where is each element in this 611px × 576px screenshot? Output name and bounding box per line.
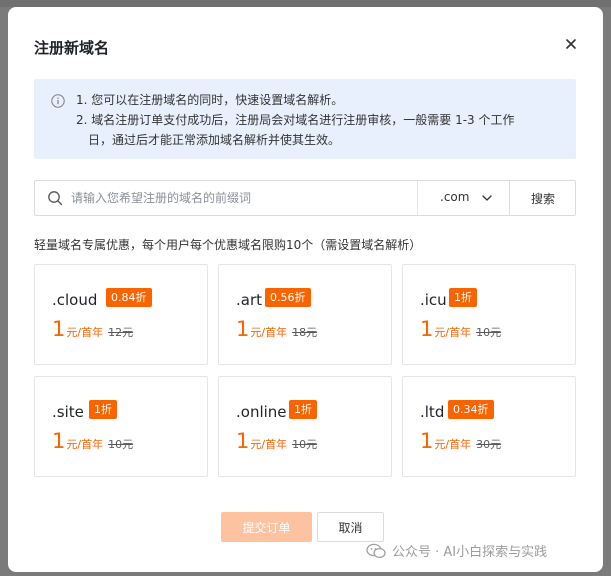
original-price: 18元 [292,326,318,339]
domain-search-input[interactable] [71,181,415,215]
original-price: 10元 [292,438,318,451]
domain-name: .cloud [52,291,98,309]
price-row: 1元/首年 18元 [236,317,317,341]
discount-badge: 0.56折 [265,288,311,307]
search-button[interactable]: 搜索 [509,180,576,216]
price: 1 [52,317,66,341]
discount-badge: 1折 [289,400,317,419]
price-unit: 元/首年 [250,326,288,339]
domain-card-cloud[interactable]: .cloud 0.84折 1元/首年 12元 [34,264,208,365]
tld-select-value: .com [440,190,470,204]
notice-line-3: 日，通过后才能正常添加域名解析并使其生效。 [88,133,341,147]
search-icon [48,191,63,206]
original-price: 10元 [108,438,134,451]
info-icon [51,94,65,108]
price: 1 [236,317,250,341]
notice-line-1: 1. 您可以在注册域名的同时，快速设置域名解析。 [76,93,344,107]
discount-badge: 0.34折 [448,400,494,419]
price-unit: 元/首年 [66,438,104,451]
price: 1 [236,429,250,453]
price-row: 1元/首年 10元 [236,429,317,453]
domain-name: .site [52,403,84,421]
watermark-text: 公众号 · AI小白探索与实践 [392,545,548,560]
submit-order-button[interactable]: 提交订单 [221,512,312,542]
close-icon [566,39,576,49]
discount-badge: 0.84折 [106,288,152,307]
modal-overlay [0,0,611,7]
watermark: 公众号 · AI小白探索与实践 [366,541,547,560]
domain-name: .online [236,403,287,421]
original-price: 30元 [476,438,502,451]
domain-card-online[interactable]: .online 1折 1元/首年 10元 [218,376,392,477]
discount-badge: 1折 [449,288,477,307]
domain-card-site[interactable]: .site 1折 1元/首年 10元 [34,376,208,477]
chevron-down-icon [482,195,492,201]
domain-name: .icu [420,291,447,309]
close-button[interactable] [561,34,581,54]
notice-line-2: 2. 域名注册订单支付成功后，注册局会对域名进行注册审核，一般需要 1-3 个工… [76,113,515,127]
price: 1 [420,317,434,341]
price-unit: 元/首年 [250,438,288,451]
price-unit: 元/首年 [434,326,472,339]
promo-description: 轻量域名专属优惠，每个用户每个优惠域名限购10个（需设置域名解析） [34,238,422,252]
discount-badge: 1折 [89,400,117,419]
original-price: 12元 [108,326,134,339]
info-notice: 1. 您可以在注册域名的同时，快速设置域名解析。 2. 域名注册订单支付成功后，… [34,79,576,159]
original-price: 10元 [476,326,502,339]
tld-select[interactable]: .com [417,181,510,215]
price-unit: 元/首年 [434,438,472,451]
domain-card-art[interactable]: .art 0.56折 1元/首年 18元 [218,264,392,365]
wechat-icon [366,543,386,558]
price-row: 1元/首年 10元 [52,429,133,453]
price: 1 [52,429,66,453]
price-row: 1元/首年 10元 [420,317,501,341]
price-unit: 元/首年 [66,326,104,339]
domain-card-icu[interactable]: .icu 1折 1元/首年 10元 [402,264,576,365]
cancel-button[interactable]: 取消 [317,512,384,542]
dialog-title: 注册新域名 [34,39,110,57]
domain-name: .art [236,291,263,309]
price: 1 [420,429,434,453]
price-row: 1元/首年 30元 [420,429,501,453]
domain-name: .ltd [420,403,445,421]
register-domain-dialog: 注册新域名 1. 您可以在注册域名的同时，快速设置域名解析。 2. 域名注册订单… [8,7,603,572]
price-row: 1元/首年 12元 [52,317,133,341]
domain-search-bar: .com 搜索 [34,180,576,216]
domain-card-ltd[interactable]: .ltd 0.34折 1元/首年 30元 [402,376,576,477]
